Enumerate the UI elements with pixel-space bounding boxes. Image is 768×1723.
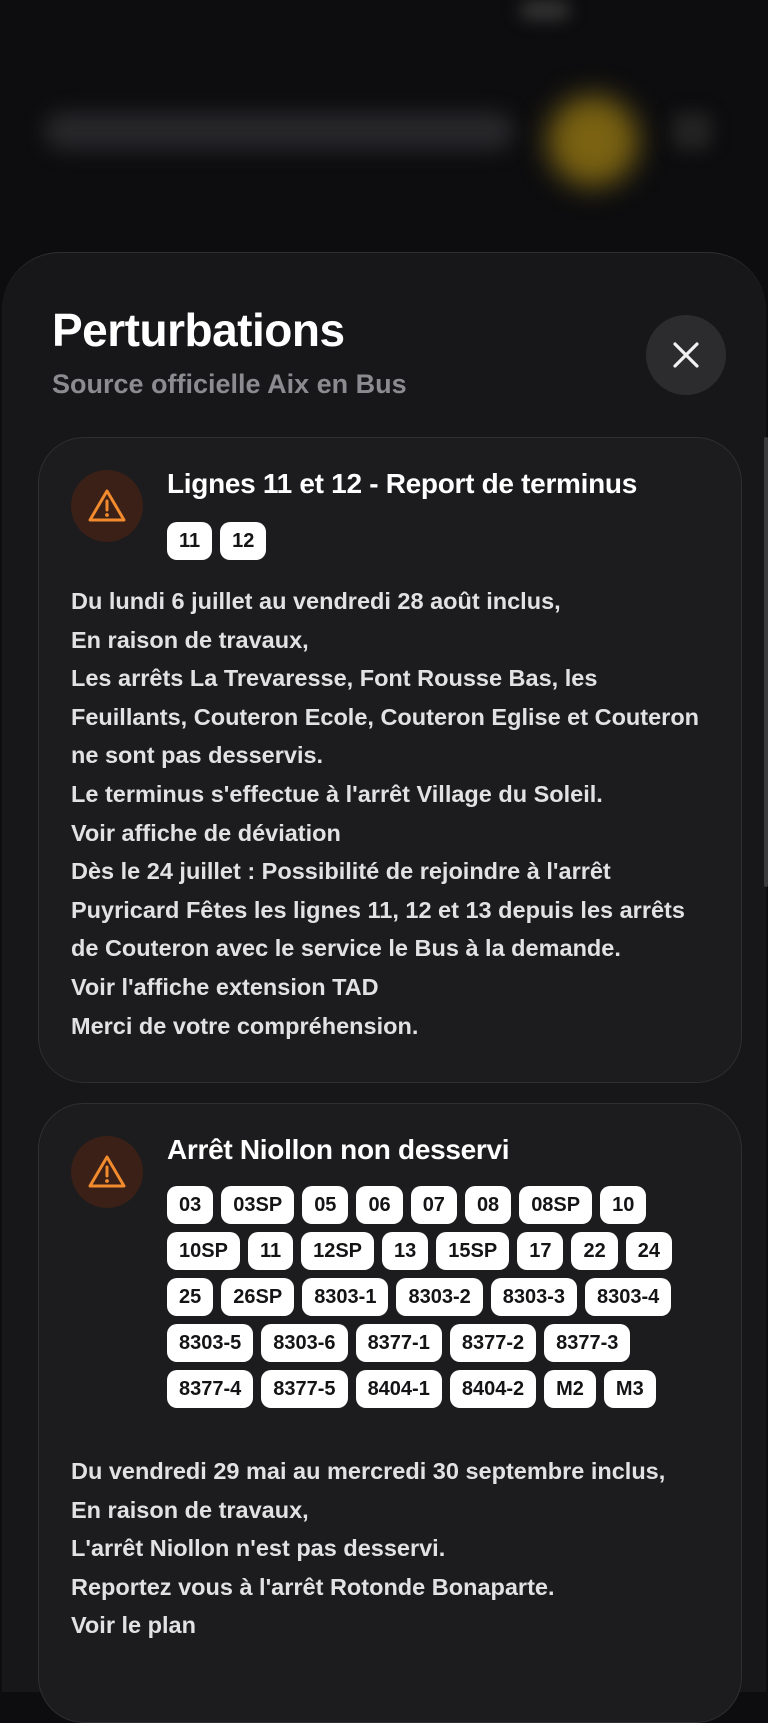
line-chip[interactable]: 8303-3 bbox=[490, 1278, 578, 1316]
description-line: En raison de travaux, bbox=[71, 1496, 309, 1523]
close-icon bbox=[673, 342, 699, 368]
disruptions-sheet: Perturbations Source officielle Aix en B… bbox=[2, 252, 768, 1723]
description-line: Merci de votre compréhension. bbox=[71, 1012, 419, 1039]
line-chips: 03 03SP 05 06 07 08 08SP 10 10SP 11 12SP 13 15SP 17 22… bbox=[167, 1186, 707, 1408]
description-line: Voir affiche de déviation bbox=[71, 819, 341, 846]
description-line: de Couteron avec le service le Bus à la … bbox=[71, 935, 621, 962]
line-chip[interactable]: 8377-5 bbox=[261, 1370, 348, 1408]
description-line: Voir l'affiche extension TAD bbox=[71, 973, 379, 1000]
line-chip[interactable]: 11 bbox=[167, 522, 213, 560]
line-chip[interactable]: 12SP bbox=[301, 1232, 375, 1270]
disruption-title: Lignes 11 et 12 - Report de terminus bbox=[167, 468, 637, 499]
description-line: Feuillants, Couteron Ecole, Couteron Egl… bbox=[71, 703, 700, 730]
background-app-header bbox=[0, 0, 768, 260]
disruption-card[interactable]: Arrêt Niollon non desservi 03 03SP 05 06 07 0… bbox=[38, 1103, 742, 1723]
line-chip[interactable]: 10SP bbox=[167, 1232, 240, 1270]
description-line: Dès le 24 juillet : Possibilité de rejoi… bbox=[71, 858, 611, 885]
line-chip[interactable]: 8303-1 bbox=[302, 1278, 389, 1316]
line-chip[interactable]: M3 bbox=[603, 1370, 656, 1408]
line-chip[interactable]: 10 bbox=[600, 1186, 647, 1224]
line-chip[interactable]: 8303-5 bbox=[167, 1324, 254, 1362]
description-line: Du lundi 6 juillet au vendredi 28 août i… bbox=[71, 588, 561, 614]
line-chip[interactable]: 8377-4 bbox=[167, 1370, 254, 1408]
warning-triangle-icon bbox=[71, 470, 143, 542]
description-line: ne sont pas desservis. bbox=[71, 742, 324, 769]
close-button[interactable] bbox=[646, 315, 726, 395]
line-chip[interactable]: 15SP bbox=[436, 1232, 510, 1270]
line-chip[interactable]: 12 bbox=[220, 522, 267, 560]
line-chip[interactable]: 8303-2 bbox=[396, 1278, 483, 1316]
scrollbar[interactable] bbox=[764, 437, 768, 887]
line-chip[interactable]: 11 bbox=[247, 1232, 294, 1270]
line-chip[interactable]: 08SP bbox=[519, 1186, 593, 1224]
line-chip[interactable]: 8404-2 bbox=[449, 1370, 537, 1408]
line-chip[interactable]: 03 bbox=[167, 1186, 214, 1224]
line-chip[interactable]: 8377-2 bbox=[449, 1324, 537, 1362]
description-line: Les arrêts La Trevaresse, Font Rousse Ba… bbox=[71, 665, 598, 692]
disruption-description: Du lundi 6 juillet au vendredi 28 août i… bbox=[71, 582, 713, 1045]
disruption-description: Du vendredi 29 mai au mercredi 30 septem… bbox=[71, 1452, 713, 1645]
line-chip[interactable]: 24 bbox=[625, 1232, 672, 1270]
line-chip[interactable]: 17 bbox=[517, 1232, 564, 1270]
line-chip[interactable]: M2 bbox=[544, 1370, 596, 1408]
description-line: L'arrêt Niollon n'est pas desservi. bbox=[71, 1535, 446, 1562]
background-blur-shape bbox=[44, 112, 514, 150]
warning-triangle-icon bbox=[71, 1136, 143, 1208]
line-chip[interactable]: 05 bbox=[302, 1186, 349, 1224]
background-blur-shape bbox=[520, 0, 570, 20]
line-chip[interactable]: 8377-3 bbox=[544, 1324, 631, 1362]
line-chip[interactable]: 26SP bbox=[221, 1278, 295, 1316]
background-blur-shape bbox=[672, 112, 712, 150]
disruption-card[interactable]: Lignes 11 et 12 - Report de terminus 11 1… bbox=[38, 437, 742, 1083]
description-line: Voir le plan bbox=[71, 1612, 196, 1639]
disruption-title: Arrêt Niollon non desservi bbox=[167, 1134, 510, 1165]
line-chip[interactable]: 8377-1 bbox=[355, 1324, 442, 1362]
line-chips: 11 12 bbox=[167, 522, 707, 560]
description-line: Reportez vous à l'arrêt Rotonde Bonapart… bbox=[71, 1573, 555, 1600]
line-chip[interactable]: 22 bbox=[571, 1232, 618, 1270]
line-chip[interactable]: 8303-4 bbox=[585, 1278, 672, 1316]
line-chip[interactable]: 25 bbox=[167, 1278, 214, 1316]
sheet-subtitle: Source officielle Aix en Bus bbox=[52, 369, 407, 399]
description-line: En raison de travaux, bbox=[71, 626, 309, 653]
description-line: Du vendredi 29 mai au mercredi 30 septem… bbox=[71, 1458, 666, 1484]
line-chip[interactable]: 8404-1 bbox=[355, 1370, 442, 1408]
line-chip[interactable]: 06 bbox=[356, 1186, 403, 1224]
sheet-title: Perturbations bbox=[52, 304, 345, 356]
description-line: Le terminus s'effectue à l'arrêt Village… bbox=[71, 780, 603, 807]
background-blur-shape bbox=[548, 96, 638, 186]
line-chip[interactable]: 08 bbox=[464, 1186, 512, 1224]
line-chip[interactable]: 8303-6 bbox=[261, 1324, 348, 1362]
line-chip[interactable]: 07 bbox=[410, 1186, 457, 1224]
description-line: Puyricard Fêtes les lignes 11, 12 et 13 … bbox=[71, 896, 685, 923]
line-chip[interactable]: 13 bbox=[382, 1232, 429, 1270]
line-chip[interactable]: 03SP bbox=[221, 1186, 295, 1224]
